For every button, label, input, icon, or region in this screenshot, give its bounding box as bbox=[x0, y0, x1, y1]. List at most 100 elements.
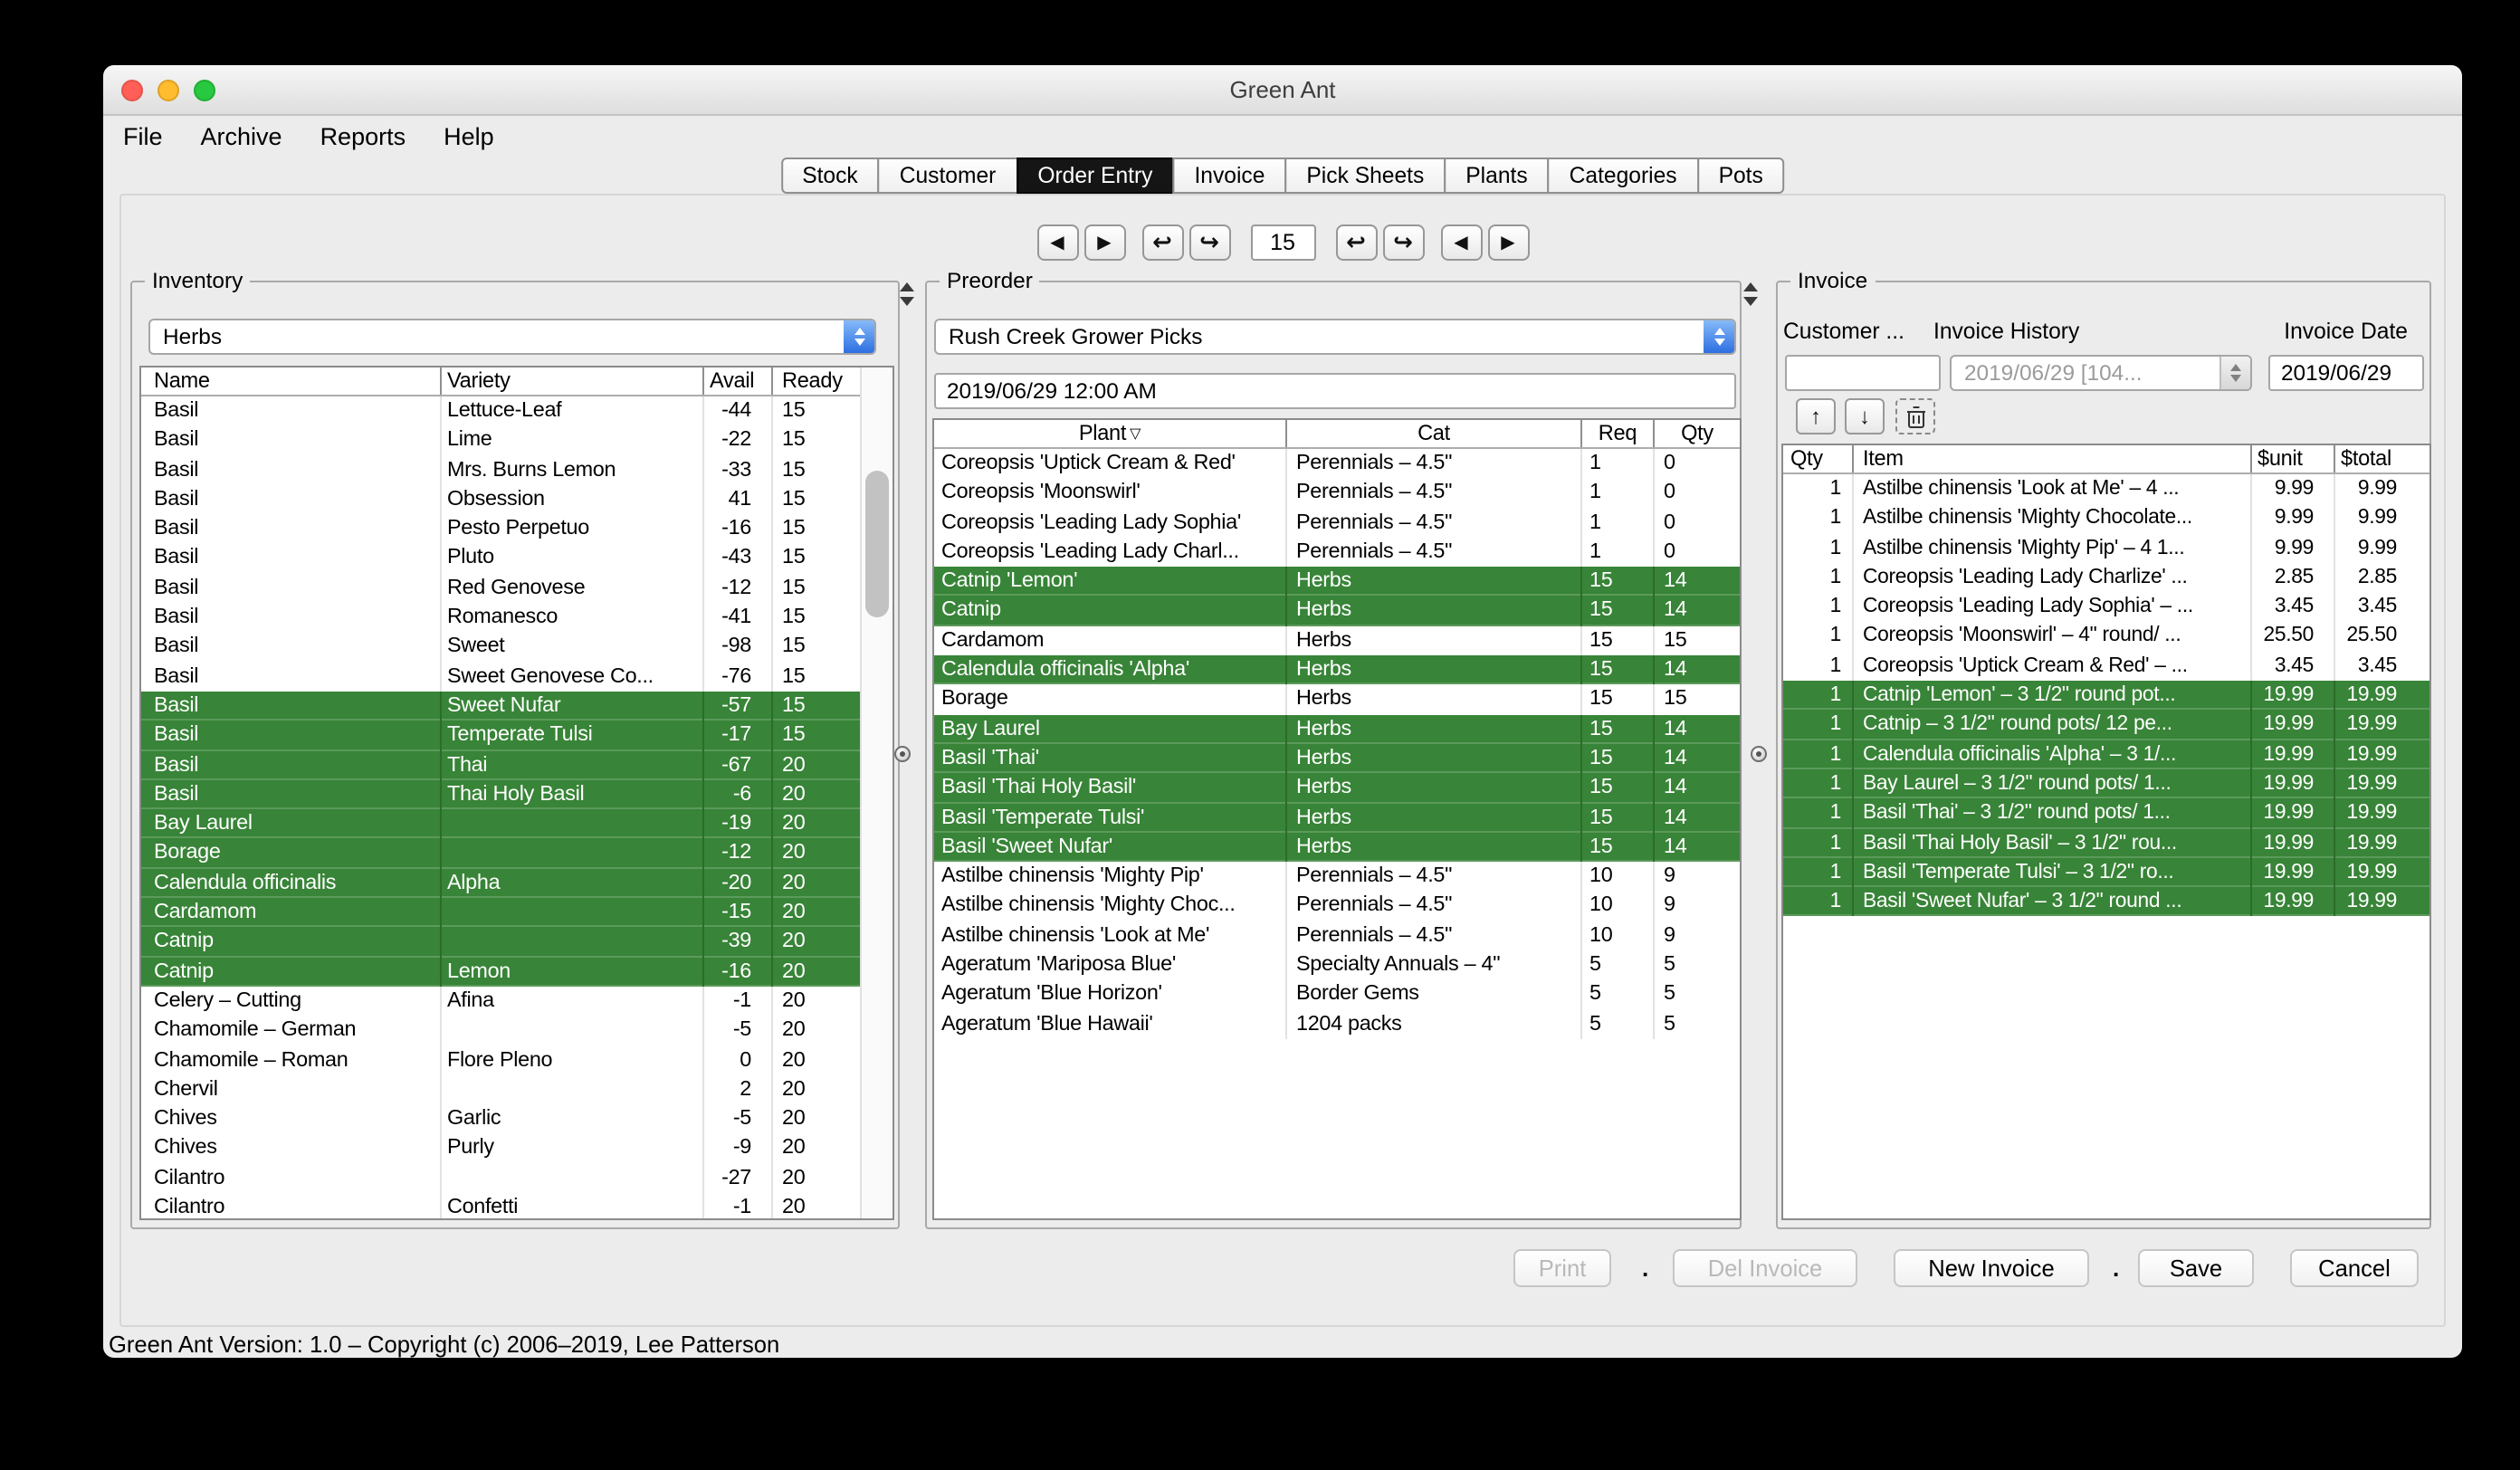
menu-archive[interactable]: Archive bbox=[201, 122, 282, 149]
table-row[interactable]: 1Basil 'Sweet Nufar' – 3 1/2" round ...1… bbox=[1783, 887, 2429, 917]
save-button[interactable]: Save bbox=[2138, 1249, 2254, 1287]
column-header-ready[interactable]: Ready bbox=[771, 368, 860, 395]
tab-customer[interactable]: Customer bbox=[878, 158, 1018, 194]
tab-stock[interactable]: Stock bbox=[780, 158, 880, 194]
table-row[interactable]: BasilSweet-9815 bbox=[141, 633, 892, 663]
table-row[interactable]: Ageratum 'Mariposa Blue'Specialty Annual… bbox=[934, 950, 1740, 980]
move-up-button[interactable]: ↑ bbox=[1796, 398, 1836, 434]
invoice-date-field[interactable] bbox=[2268, 355, 2424, 391]
table-row[interactable]: BasilSweet Genovese Co...-7615 bbox=[141, 662, 892, 692]
column-header-item[interactable]: Item bbox=[1852, 445, 2250, 472]
customer-field[interactable] bbox=[1785, 355, 1941, 391]
table-row[interactable]: 1Coreopsis 'Leading Lady Sophia' – ...3.… bbox=[1783, 592, 2429, 622]
column-header-cat[interactable]: Cat bbox=[1285, 420, 1580, 447]
table-row[interactable]: Bay LaurelHerbs1514 bbox=[934, 714, 1740, 744]
table-row[interactable]: Celery – CuttingAfina-120 bbox=[141, 987, 892, 1017]
column-header-variety[interactable]: Variety bbox=[440, 368, 702, 395]
nav-first-button[interactable]: ◀ bbox=[1440, 224, 1482, 261]
step-up-icon[interactable] bbox=[1743, 282, 1758, 291]
table-row[interactable]: BasilLettuce-Leaf-4415 bbox=[141, 396, 892, 426]
table-row[interactable]: BasilRomanesco-4115 bbox=[141, 603, 892, 633]
nav-jump-back-button[interactable]: ↩ bbox=[1141, 224, 1183, 261]
tab-plants[interactable]: Plants bbox=[1444, 158, 1549, 194]
invoice-history-dropdown[interactable]: 2019/06/29 [104... bbox=[1950, 355, 2252, 391]
preorder-datetime-field[interactable] bbox=[934, 373, 1736, 409]
step-down-icon[interactable] bbox=[1743, 297, 1758, 306]
column-header-plant[interactable]: Plant▽ bbox=[934, 420, 1285, 447]
nav-last-button[interactable]: ▶ bbox=[1487, 224, 1529, 261]
table-row[interactable]: 1Calendula officinalis 'Alpha' – 3 1/...… bbox=[1783, 740, 2429, 769]
tab-order-entry[interactable]: Order Entry bbox=[1016, 158, 1174, 194]
table-row[interactable]: 1Basil 'Thai' – 3 1/2" round pots/ 1...1… bbox=[1783, 799, 2429, 829]
table-row[interactable]: 1Catnip – 3 1/2" round pots/ 12 pe...19.… bbox=[1783, 711, 2429, 740]
table-row[interactable]: Chamomile – RomanFlore Pleno020 bbox=[141, 1045, 892, 1075]
step-up-icon[interactable] bbox=[900, 282, 914, 291]
column-header-unit[interactable]: $unit bbox=[2250, 445, 2334, 472]
move-down-button[interactable]: ↓ bbox=[1845, 398, 1885, 434]
column-header-req[interactable]: Req bbox=[1580, 420, 1653, 447]
title-bar[interactable]: Green Ant bbox=[103, 65, 2462, 116]
table-row[interactable]: Ageratum 'Blue Hawaii'1204 packs55 bbox=[934, 1009, 1740, 1039]
table-row[interactable]: Catnip-3920 bbox=[141, 928, 892, 958]
table-row[interactable]: BorageHerbs1515 bbox=[934, 685, 1740, 715]
step-down-icon[interactable] bbox=[900, 297, 914, 306]
table-row[interactable]: Coreopsis 'Uptick Cream & Red'Perennials… bbox=[934, 449, 1740, 479]
table-row[interactable]: Coreopsis 'Moonswirl'Perennials – 4.5"10 bbox=[934, 479, 1740, 509]
table-row[interactable]: Cardamom-1520 bbox=[141, 898, 892, 928]
column-header-total[interactable]: $total bbox=[2334, 445, 2429, 472]
nav-next-button[interactable]: ▶ bbox=[1083, 224, 1125, 261]
table-row[interactable]: Astilbe chinensis 'Mighty Pip'Perennials… bbox=[934, 862, 1740, 892]
table-row[interactable]: CatnipHerbs1514 bbox=[934, 597, 1740, 626]
table-row[interactable]: Calendula officinalisAlpha-2020 bbox=[141, 869, 892, 899]
table-row[interactable]: Coreopsis 'Leading Lady Sophia'Perennial… bbox=[934, 508, 1740, 538]
table-row[interactable]: Astilbe chinensis 'Look at Me'Perennials… bbox=[934, 921, 1740, 951]
table-row[interactable]: BasilObsession4115 bbox=[141, 485, 892, 515]
table-row[interactable]: Astilbe chinensis 'Mighty Choc...Perenni… bbox=[934, 892, 1740, 921]
table-row[interactable]: BasilThai-6720 bbox=[141, 750, 892, 780]
column-header-qty[interactable]: Qty bbox=[1783, 445, 1852, 472]
table-row[interactable]: Bay Laurel-1920 bbox=[141, 809, 892, 839]
table-row[interactable]: 1Astilbe chinensis 'Mighty Pip' – 4 1...… bbox=[1783, 533, 2429, 563]
table-row[interactable]: Catnip 'Lemon'Herbs1514 bbox=[934, 567, 1740, 597]
table-row[interactable]: Chamomile – German-520 bbox=[141, 1016, 892, 1045]
table-row[interactable]: BasilThai Holy Basil-620 bbox=[141, 780, 892, 810]
column-header-qty[interactable]: Qty bbox=[1653, 420, 1740, 447]
table-row[interactable]: CilantroConfetti-120 bbox=[141, 1193, 892, 1220]
delete-invoice-button[interactable]: Del Invoice bbox=[1673, 1249, 1857, 1287]
menu-help[interactable]: Help bbox=[444, 122, 494, 149]
menu-file[interactable]: File bbox=[123, 122, 163, 149]
pane-step-arrows[interactable] bbox=[900, 282, 914, 306]
splitter-handle[interactable] bbox=[1751, 746, 1767, 762]
table-row[interactable]: Cilantro-2720 bbox=[141, 1163, 892, 1193]
table-row[interactable]: 1Astilbe chinensis 'Mighty Chocolate...9… bbox=[1783, 504, 2429, 534]
table-row[interactable]: Coreopsis 'Leading Lady Charl...Perennia… bbox=[934, 538, 1740, 568]
table-row[interactable]: 1Coreopsis 'Leading Lady Charlize' ...2.… bbox=[1783, 563, 2429, 593]
table-row[interactable]: BasilPluto-4315 bbox=[141, 544, 892, 574]
table-row[interactable]: Chervil220 bbox=[141, 1075, 892, 1105]
table-row[interactable]: BasilTemperate Tulsi-1715 bbox=[141, 721, 892, 751]
record-number-field[interactable] bbox=[1250, 224, 1315, 261]
table-row[interactable]: 1Bay Laurel – 3 1/2" round pots/ 1...19.… bbox=[1783, 769, 2429, 799]
table-row[interactable]: 1Catnip 'Lemon' – 3 1/2" round pot...19.… bbox=[1783, 681, 2429, 711]
table-row[interactable]: ChivesGarlic-520 bbox=[141, 1104, 892, 1134]
nav-transfer-forward-button[interactable]: ↪ bbox=[1382, 224, 1424, 261]
table-row[interactable]: Borage-1220 bbox=[141, 839, 892, 869]
table-row[interactable]: ChivesPurly-920 bbox=[141, 1134, 892, 1164]
table-row[interactable]: BasilLime-2215 bbox=[141, 426, 892, 456]
cancel-button[interactable]: Cancel bbox=[2290, 1249, 2419, 1287]
menu-reports[interactable]: Reports bbox=[320, 122, 406, 149]
delete-line-button[interactable] bbox=[1895, 398, 1935, 434]
table-row[interactable]: 1Coreopsis 'Uptick Cream & Red' – ...3.4… bbox=[1783, 652, 2429, 682]
table-row[interactable]: BasilMrs. Burns Lemon-3315 bbox=[141, 455, 892, 485]
tab-pots[interactable]: Pots bbox=[1697, 158, 1785, 194]
table-row[interactable]: CatnipLemon-1620 bbox=[141, 957, 892, 987]
scrollbar-thumb[interactable] bbox=[865, 471, 889, 617]
table-row[interactable]: Basil 'Sweet Nufar'Herbs1514 bbox=[934, 833, 1740, 863]
table-row[interactable]: Basil 'Temperate Tulsi'Herbs1514 bbox=[934, 803, 1740, 833]
preorder-picklist-dropdown[interactable]: Rush Creek Grower Picks bbox=[934, 319, 1736, 355]
nav-transfer-back-button[interactable]: ↩ bbox=[1335, 224, 1377, 261]
inventory-category-dropdown[interactable]: Herbs bbox=[148, 319, 876, 355]
table-row[interactable]: BasilPesto Perpetuo-1615 bbox=[141, 514, 892, 544]
tab-invoice[interactable]: Invoice bbox=[1172, 158, 1286, 194]
table-row[interactable]: Basil 'Thai Holy Basil'Herbs1514 bbox=[934, 774, 1740, 804]
